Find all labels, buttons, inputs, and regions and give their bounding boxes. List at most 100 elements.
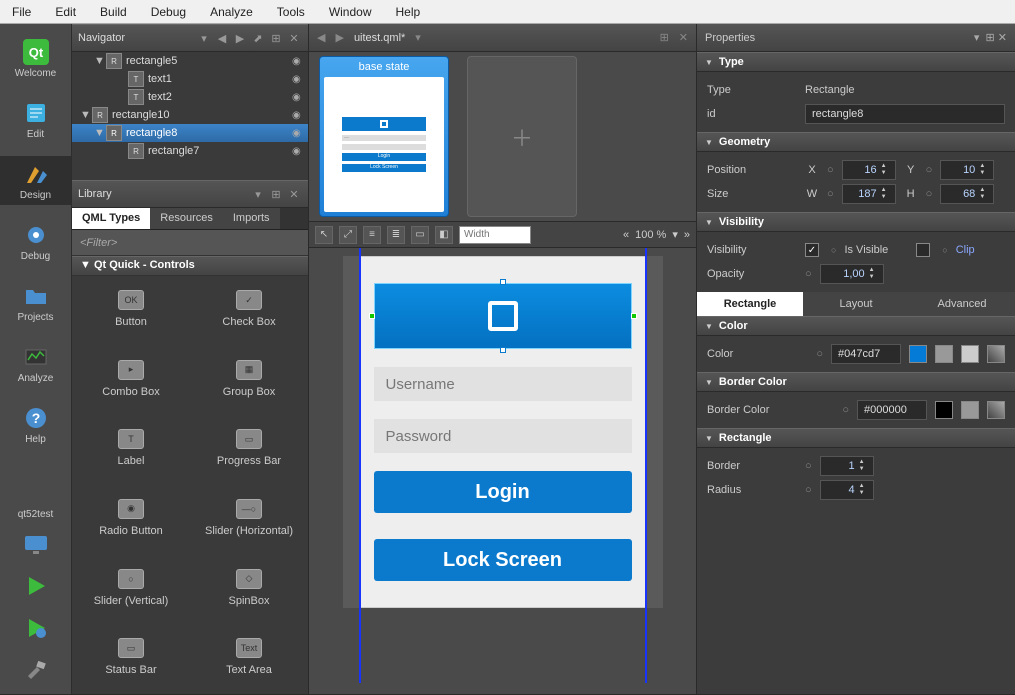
lib-tab-qml-types[interactable]: QML Types xyxy=(72,208,150,229)
nav-row-text1[interactable]: Ttext1◉ xyxy=(72,70,308,88)
design-canvas[interactable]: Username Password Login Lock Screen xyxy=(309,248,696,694)
eye-icon[interactable]: ◉ xyxy=(292,110,308,121)
prop-tab-layout[interactable]: Layout xyxy=(803,292,909,316)
h-spin[interactable]: ▲▼ xyxy=(940,184,994,204)
lib-tab-imports[interactable]: Imports xyxy=(223,208,280,229)
lib-dropdown-icon[interactable]: ▾ xyxy=(250,186,266,202)
handle-left[interactable] xyxy=(369,313,375,319)
color-alt2[interactable] xyxy=(961,345,979,363)
color-alt3[interactable] xyxy=(987,345,1005,363)
color-section-header[interactable]: Color xyxy=(697,316,1015,336)
add-state-button[interactable]: ＋ xyxy=(467,56,577,217)
mock-lock-button[interactable]: Lock Screen xyxy=(374,539,632,581)
lib-item-label[interactable]: TLabel xyxy=(72,415,190,481)
lib-item-combo-box[interactable]: ▸Combo Box xyxy=(72,346,190,412)
nav-row-rectangle5[interactable]: ▼Rrectangle5◉ xyxy=(72,52,308,70)
tab-next-icon[interactable]: ▶ xyxy=(335,31,343,44)
mock-login-button[interactable]: Login xyxy=(374,471,632,513)
menu-tools[interactable]: Tools xyxy=(265,1,317,23)
lib-item-button[interactable]: OKButton xyxy=(72,276,190,342)
tab-split-icon[interactable]: ⊞ xyxy=(660,31,669,44)
type-section-header[interactable]: Type xyxy=(697,52,1015,72)
mock-header-rect[interactable] xyxy=(374,283,632,349)
nav-fwd-icon[interactable]: ▶ xyxy=(232,30,248,46)
menu-window[interactable]: Window xyxy=(317,1,384,23)
prop-tab-advanced[interactable]: Advanced xyxy=(909,292,1015,316)
file-tab[interactable]: uitest.qml* xyxy=(354,32,405,44)
mock-password-input[interactable]: Password xyxy=(374,419,632,453)
play-button[interactable] xyxy=(0,568,71,606)
lib-item-slider-vertical-[interactable]: ○Slider (Vertical) xyxy=(72,555,190,621)
border-color-section-header[interactable]: Border Color xyxy=(697,372,1015,392)
menubar[interactable]: FileEditBuildDebugAnalyzeToolsWindowHelp xyxy=(0,0,1015,24)
color-swatch[interactable] xyxy=(909,345,927,363)
lib-item-check-box[interactable]: ✓Check Box xyxy=(190,276,308,342)
lib-tab-resources[interactable]: Resources xyxy=(150,208,223,229)
border-color-field[interactable] xyxy=(857,400,927,420)
zoom-value[interactable]: 100 % xyxy=(635,229,666,241)
isvisible-checkbox[interactable] xyxy=(805,243,819,257)
mode-edit[interactable]: Edit xyxy=(0,95,71,144)
border-swatch[interactable] xyxy=(935,401,953,419)
mode-help[interactable]: ?Help xyxy=(0,400,71,449)
zoom-prev-icon[interactable]: « xyxy=(623,229,629,241)
nav-row-rectangle7[interactable]: Rrectangle7◉ xyxy=(72,142,308,160)
tab-drop-icon[interactable]: ▾ xyxy=(415,31,421,44)
lib-pop-icon[interactable]: ⊞ xyxy=(268,186,284,202)
monitor-button[interactable] xyxy=(0,526,71,564)
border-alt1[interactable] xyxy=(961,401,979,419)
eye-icon[interactable]: ◉ xyxy=(292,128,308,139)
mode-welcome[interactable]: QtWelcome xyxy=(0,34,71,83)
lib-close-icon[interactable]: ✕ xyxy=(286,186,302,202)
w-spin[interactable]: ▲▼ xyxy=(842,184,896,204)
lib-item-status-bar[interactable]: ▭Status Bar xyxy=(72,624,190,690)
properties-drop-icon[interactable]: ▾ xyxy=(974,31,986,44)
eye-icon[interactable]: ◉ xyxy=(292,92,308,103)
geometry-section-header[interactable]: Geometry xyxy=(697,132,1015,152)
zoom-next-icon[interactable]: » xyxy=(684,229,690,241)
eye-icon[interactable]: ◉ xyxy=(292,74,308,85)
mode-projects[interactable]: Projects xyxy=(0,278,71,327)
clip-checkbox[interactable] xyxy=(916,243,930,257)
eye-icon[interactable]: ◉ xyxy=(292,56,308,67)
tool-fill-icon[interactable]: ◧ xyxy=(435,226,453,244)
tool-alignleft-icon[interactable]: ≡ xyxy=(363,226,381,244)
mock-username-input[interactable]: Username xyxy=(374,367,632,401)
state-card-base[interactable]: base state — Login Lock Screen xyxy=(319,56,449,217)
lib-item-group-box[interactable]: ▦Group Box xyxy=(190,346,308,412)
nav-back-icon[interactable]: ◀ xyxy=(214,30,230,46)
tab-prev-icon[interactable]: ◀ xyxy=(317,31,325,44)
library-filter[interactable]: <Filter> xyxy=(72,230,308,256)
menu-debug[interactable]: Debug xyxy=(139,1,198,23)
tool-rect-icon[interactable]: ▭ xyxy=(411,226,429,244)
id-field[interactable] xyxy=(805,104,1005,124)
menu-build[interactable]: Build xyxy=(88,1,139,23)
properties-close-icon[interactable]: ✕ xyxy=(998,31,1007,44)
prop-tab-rectangle[interactable]: Rectangle xyxy=(697,292,803,316)
menu-file[interactable]: File xyxy=(0,1,43,23)
width-field[interactable] xyxy=(459,226,531,244)
border-spin[interactable]: ▲▼ xyxy=(820,456,874,476)
tool-alignright-icon[interactable]: ≣ xyxy=(387,226,405,244)
tool-move-icon[interactable]: ⤢ xyxy=(339,226,357,244)
mode-analyze[interactable]: Analyze xyxy=(0,339,71,388)
mode-debug[interactable]: Debug xyxy=(0,217,71,266)
radius-spin[interactable]: ▲▼ xyxy=(820,480,874,500)
lib-item-text-area[interactable]: TextText Area xyxy=(190,624,308,690)
zoom-drop-icon[interactable]: ▾ xyxy=(672,228,678,241)
handle-right[interactable] xyxy=(631,313,637,319)
navigator-tree[interactable]: ▼Rrectangle5◉Ttext1◉Ttext2◉▼Rrectangle10… xyxy=(72,52,308,180)
nav-row-rectangle10[interactable]: ▼Rrectangle10◉ xyxy=(72,106,308,124)
color-field[interactable] xyxy=(831,344,901,364)
nav-dropdown-icon[interactable]: ▾ xyxy=(196,30,212,46)
x-spin[interactable]: ▲▼ xyxy=(842,160,896,180)
border-alt2[interactable] xyxy=(987,401,1005,419)
visibility-section-header[interactable]: Visibility xyxy=(697,212,1015,232)
nav-out-icon[interactable]: ⬈ xyxy=(250,30,266,46)
color-alt1[interactable] xyxy=(935,345,953,363)
nav-close-icon[interactable]: ✕ xyxy=(286,30,302,46)
mode-design[interactable]: Design xyxy=(0,156,71,205)
lib-item-radio-button[interactable]: ◉Radio Button xyxy=(72,485,190,551)
properties-pop-icon[interactable]: ⊞ xyxy=(986,31,998,44)
lib-item-slider-horizontal-[interactable]: —○Slider (Horizontal) xyxy=(190,485,308,551)
